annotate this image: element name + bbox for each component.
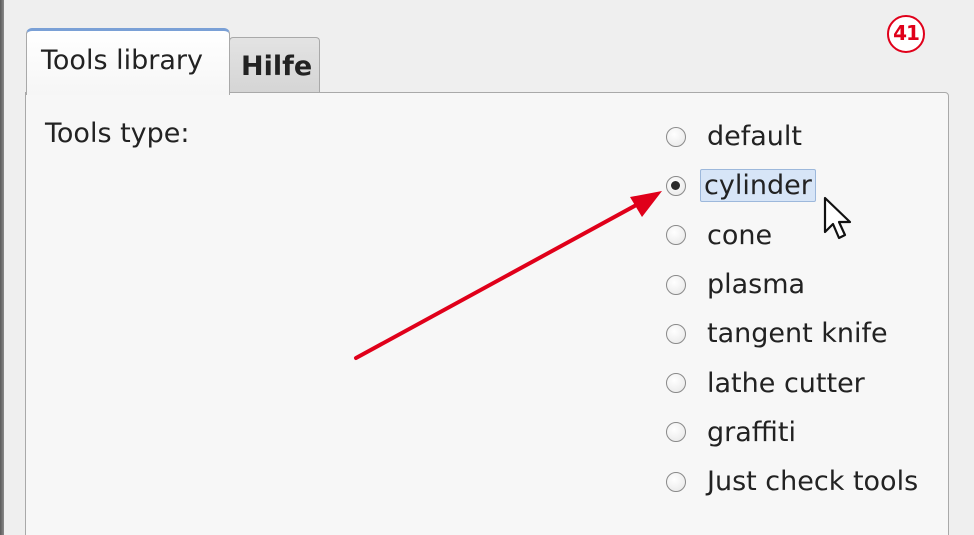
radio-button-icon[interactable] <box>666 422 686 443</box>
radio-option-cylinder[interactable]: cylinder <box>662 161 921 210</box>
radio-button-checked-icon[interactable] <box>666 175 686 196</box>
radio-label[interactable]: plasma <box>704 268 808 301</box>
screenshot-stage: 41 Tools library Hilfe Tools type: defau… <box>0 0 974 535</box>
radio-option-cone[interactable]: cone <box>662 211 921 260</box>
radio-label[interactable]: tangent knife <box>704 317 891 350</box>
radio-button-icon[interactable] <box>666 274 686 295</box>
radio-label[interactable]: cone <box>704 219 775 252</box>
radio-button-icon[interactable] <box>666 323 686 344</box>
window-edge <box>0 0 4 535</box>
radio-option-plasma[interactable]: plasma <box>662 260 921 309</box>
radio-label[interactable]: lathe cutter <box>704 367 868 400</box>
radio-label[interactable]: graffiti <box>704 416 799 449</box>
radio-button-icon[interactable] <box>666 225 686 246</box>
radio-button-icon[interactable] <box>666 471 686 492</box>
radio-button-icon[interactable] <box>666 373 686 394</box>
tools-type-radio-group: default cylinder cone plasma tangent kni… <box>662 112 921 506</box>
radio-button-icon[interactable] <box>666 126 686 147</box>
radio-option-just-check-tools[interactable]: Just check tools <box>662 457 921 506</box>
tab-tools-library[interactable]: Tools library <box>26 28 230 95</box>
radio-option-default[interactable]: default <box>662 112 921 161</box>
radio-option-tangent-knife[interactable]: tangent knife <box>662 309 921 358</box>
radio-option-lathe-cutter[interactable]: lathe cutter <box>662 358 921 407</box>
mouse-pointer-icon <box>823 196 852 240</box>
tools-type-label: Tools type: <box>45 118 190 149</box>
radio-label[interactable]: default <box>704 120 805 153</box>
tab-hilfe[interactable]: Hilfe <box>229 37 320 92</box>
callout-number-badge: 41 <box>887 15 925 53</box>
radio-label[interactable]: Just check tools <box>704 465 921 498</box>
radio-option-graffiti[interactable]: graffiti <box>662 408 921 457</box>
radio-label[interactable]: cylinder <box>700 169 816 203</box>
